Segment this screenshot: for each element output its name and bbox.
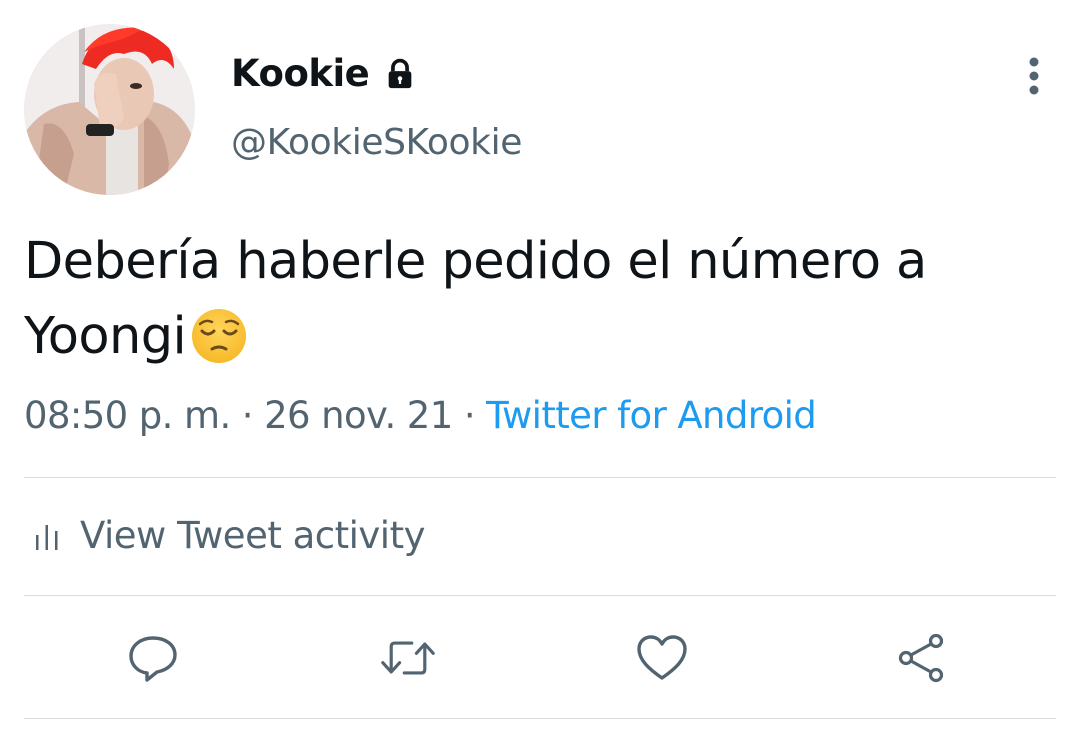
user-handle[interactable]: @KookieSKookie: [231, 122, 522, 163]
display-name-row[interactable]: Kookie: [231, 52, 417, 95]
meta-separator: ·: [230, 394, 265, 437]
reply-button[interactable]: [125, 630, 181, 686]
meta-separator: ·: [452, 394, 487, 437]
divider: [24, 718, 1056, 719]
avatar[interactable]: [24, 24, 195, 195]
view-tweet-activity[interactable]: View Tweet activity: [34, 514, 425, 557]
reply-icon: [129, 636, 177, 682]
heart-icon: [637, 635, 687, 680]
bar-chart-icon: [36, 524, 58, 550]
tweet-date: 26 nov. 21: [264, 394, 453, 437]
more-options-button[interactable]: [1010, 52, 1058, 100]
more-vertical-icon: [1029, 57, 1039, 95]
pensive-face-emoji: [190, 307, 248, 386]
avatar-image: [24, 24, 195, 195]
lock-icon: [383, 57, 417, 91]
view-tweet-activity-label[interactable]: View Tweet activity: [80, 514, 425, 557]
retweet-icon: [381, 641, 435, 675]
display-name[interactable]: Kookie: [231, 52, 370, 95]
tweet-time: 08:50 p. m.: [24, 394, 231, 437]
tweet-source-link[interactable]: Twitter for Android: [486, 394, 817, 437]
tweet-text: Debería haberle pedido el número a Yoong…: [24, 224, 1044, 386]
divider: [24, 595, 1056, 596]
divider: [24, 477, 1056, 478]
share-icon: [898, 633, 944, 683]
tweet-meta: 08:50 p. m. · 26 nov. 21 · Twitter for A…: [24, 394, 817, 437]
share-button[interactable]: [893, 630, 949, 686]
tweet-text-body: Debería haberle pedido el número a Yoong…: [24, 232, 927, 366]
retweet-button[interactable]: [380, 630, 436, 686]
like-button[interactable]: [634, 630, 690, 686]
